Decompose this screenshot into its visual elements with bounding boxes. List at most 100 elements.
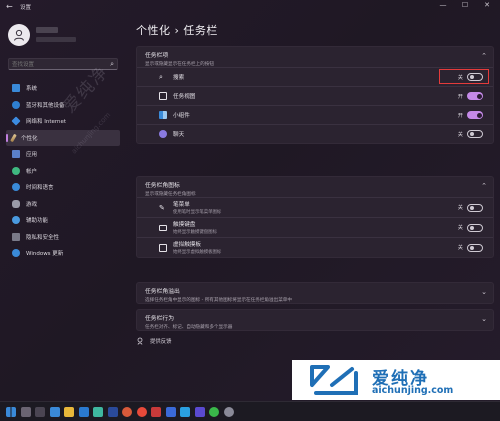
row-label: 虚拟触摸板 <box>173 242 201 248</box>
row-label: 触摸键盘 <box>173 222 196 228</box>
settings-taskbar-icon[interactable] <box>223 406 234 417</box>
section-subtitle: 任务栏对齐、标记、自动隐藏和多个显示器 <box>145 324 233 330</box>
toggle-state: 开 <box>457 112 463 119</box>
app-title: 设置 <box>20 5 32 11</box>
taskbar-item-chat-row: 聊天 关 <box>137 124 493 143</box>
sidebar-item-apps[interactable]: 应用 <box>6 146 120 163</box>
taskbar-item-taskview-row: 任务视图 开 <box>137 86 493 105</box>
section-subtitle: 显示或隐藏任务栏角图标 <box>145 191 196 197</box>
minimize-button[interactable]: — <box>436 1 450 9</box>
close-button[interactable]: ✕ <box>480 1 494 9</box>
row-label: 聊天 <box>173 132 185 138</box>
widgets-toggle[interactable] <box>467 111 483 119</box>
user-name-redacted <box>36 27 58 33</box>
title-bar: ← 设置 — ☐ ✕ <box>0 0 500 14</box>
gamepad-icon <box>12 199 20 208</box>
feedback-link[interactable]: 提供反馈 <box>137 337 172 345</box>
back-arrow-icon[interactable]: ← <box>6 2 13 11</box>
row-sublabel: 使用笔时显示笔菜单图标 <box>173 210 222 215</box>
toggle-state: 关 <box>457 245 463 251</box>
task-view-taskbar-icon[interactable] <box>35 406 45 417</box>
widgets-taskbar-icon[interactable] <box>49 406 60 417</box>
taskbar-behaviors-header[interactable]: 任务栏行为 任务栏对齐、标记、自动隐藏和多个显示器 ⌄ <box>137 310 493 330</box>
virtual-touchpad-row: 虚拟触摸板 始终显示虚拟触摸板图标 关 <box>137 237 493 257</box>
sidebar-item-time-language[interactable]: 时间和语言 <box>6 179 120 196</box>
search-toggle[interactable] <box>467 73 483 81</box>
taskbar-overflow-header[interactable]: 任务栏角溢出 选择任务栏角中显示的图标 - 所有其他图标将显示在任务栏角溢出菜单… <box>137 283 493 303</box>
feedback-icon <box>137 337 143 345</box>
taskbar-item-search-row: ⌕ 搜索 关 <box>137 67 493 86</box>
keyboard-icon <box>159 224 167 231</box>
taskbar-overflow-card[interactable]: 任务栏角溢出 选择任务栏角中显示的图标 - 所有其他图标将显示在任务栏角溢出菜单… <box>136 282 494 304</box>
chat-toggle[interactable] <box>467 130 483 138</box>
chevron-up-icon: ⌃ <box>481 52 487 60</box>
sidebar-item-label: 隐私和安全性 <box>26 234 60 241</box>
touch-keyboard-toggle[interactable] <box>467 223 483 232</box>
sidebar-item-label: 辅助功能 <box>26 218 49 225</box>
sidebar-item-windows-update[interactable]: Windows 更新 <box>6 245 120 262</box>
app-purple-icon[interactable] <box>194 406 205 417</box>
toggle-state: 关 <box>457 225 463 231</box>
toggle-state: 关 <box>457 74 463 81</box>
chevron-down-icon: ⌄ <box>481 288 487 296</box>
corner-icons-header[interactable]: 任务栏角图标 显示或隐藏任务栏角图标 ⌃ <box>137 177 493 197</box>
app-lightblue-icon[interactable] <box>180 406 190 417</box>
user-email-redacted <box>36 37 76 42</box>
taskbar-items-header[interactable]: 任务栏项 显示或隐藏显示在任务栏上的按钮 ⌃ <box>137 47 493 67</box>
start-icon[interactable] <box>6 406 16 417</box>
maximize-button[interactable]: ☐ <box>458 1 472 9</box>
shield-icon <box>12 232 20 241</box>
task-view-toggle[interactable] <box>467 92 483 100</box>
touchpad-icon <box>159 243 167 252</box>
brush-icon <box>10 133 17 142</box>
wps-icon[interactable] <box>151 406 161 417</box>
sidebar-item-privacy[interactable]: 隐私和安全性 <box>6 229 120 246</box>
account-icon <box>12 166 20 175</box>
row-sublabel: 始终显示虚拟触摸板图标 <box>173 250 222 255</box>
windows-taskbar <box>0 401 500 421</box>
sidebar-item-accessibility[interactable]: 辅助功能 <box>6 212 120 229</box>
pen-icon: ✎ <box>159 203 165 212</box>
section-title: 任务栏角图标 <box>145 183 180 189</box>
bluetooth-icon <box>12 100 20 109</box>
update-icon <box>12 249 20 258</box>
app-blue-icon[interactable] <box>165 406 176 417</box>
sidebar-item-label: 网络和 Internet <box>26 119 67 126</box>
file-explorer-icon[interactable] <box>64 406 74 417</box>
section-title: 任务栏行为 <box>145 316 174 322</box>
sidebar-item-label: Windows 更新 <box>26 251 64 258</box>
chevron-up-icon: ⌃ <box>481 182 487 190</box>
toggle-state: 开 <box>457 93 463 100</box>
logo-url-text: aichunjing.com <box>372 385 454 396</box>
taskbar-items-card: 任务栏项 显示或隐藏显示在任务栏上的按钮 ⌃ ⌕ 搜索 关 任务视图 开 小组件… <box>136 46 494 144</box>
search-icon: ⌕ <box>159 73 163 81</box>
chrome-icon[interactable] <box>122 406 132 417</box>
sidebar-item-label: 个性化 <box>21 135 38 142</box>
site-logo: 爱纯净 aichunjing.com <box>292 360 500 400</box>
store-icon[interactable] <box>93 406 103 417</box>
search-taskbar-icon[interactable] <box>20 406 31 417</box>
virtual-touchpad-toggle[interactable] <box>467 243 483 252</box>
sidebar-item-label: 系统 <box>26 86 38 93</box>
accessibility-icon <box>12 216 20 225</box>
corner-icons-card: 任务栏角图标 显示或隐藏任务栏角图标 ⌃ ✎ 笔菜单 使用笔时显示笔菜单图标 关… <box>136 176 494 258</box>
section-subtitle: 显示或隐藏显示在任务栏上的按钮 <box>145 61 214 67</box>
avatar[interactable] <box>8 24 30 46</box>
taskbar-behaviors-card[interactable]: 任务栏行为 任务栏对齐、标记、自动隐藏和多个显示器 ⌄ <box>136 309 494 331</box>
user-icon <box>14 29 24 41</box>
sidebar-item-gaming[interactable]: 游戏 <box>6 196 120 213</box>
page-title: 个性化 › 任务栏 <box>136 24 218 37</box>
app-icon[interactable] <box>136 406 147 417</box>
sidebar-item-accounts[interactable]: 帐户 <box>6 163 120 180</box>
wechat-icon[interactable] <box>209 406 219 417</box>
chevron-down-icon: ⌄ <box>481 315 487 323</box>
edge-icon[interactable] <box>78 406 89 417</box>
row-label: 小组件 <box>173 113 190 119</box>
sidebar-item-label: 应用 <box>26 152 38 159</box>
row-label: 任务视图 <box>173 94 196 100</box>
widgets-icon <box>159 111 167 119</box>
photoshop-icon[interactable] <box>107 406 118 417</box>
sidebar-item-personalization[interactable]: 个性化 <box>6 129 120 146</box>
pen-menu-toggle[interactable] <box>467 203 483 212</box>
row-label: 搜索 <box>173 75 185 81</box>
